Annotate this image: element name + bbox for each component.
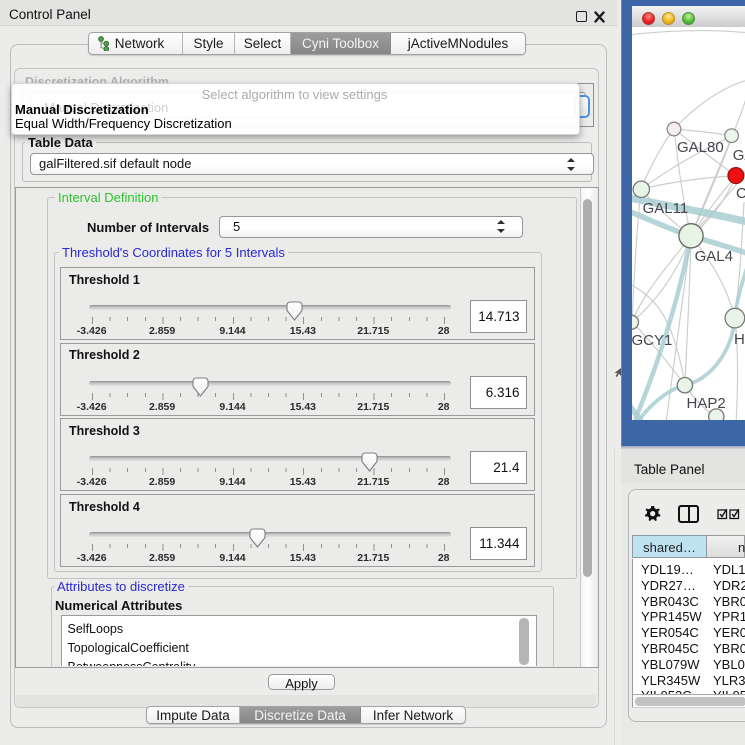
svg-text:GA: GA [733, 147, 745, 164]
svg-text:HAP2: HAP2 [687, 395, 726, 412]
svg-text:GAL11: GAL11 [643, 200, 689, 217]
svg-text:GCY1: GCY1 [632, 332, 672, 349]
svg-text:GAL4: GAL4 [695, 248, 733, 265]
svg-text:GAL80: GAL80 [677, 139, 724, 156]
svg-text:C: C [736, 185, 745, 202]
svg-text:HI: HI [734, 331, 745, 348]
